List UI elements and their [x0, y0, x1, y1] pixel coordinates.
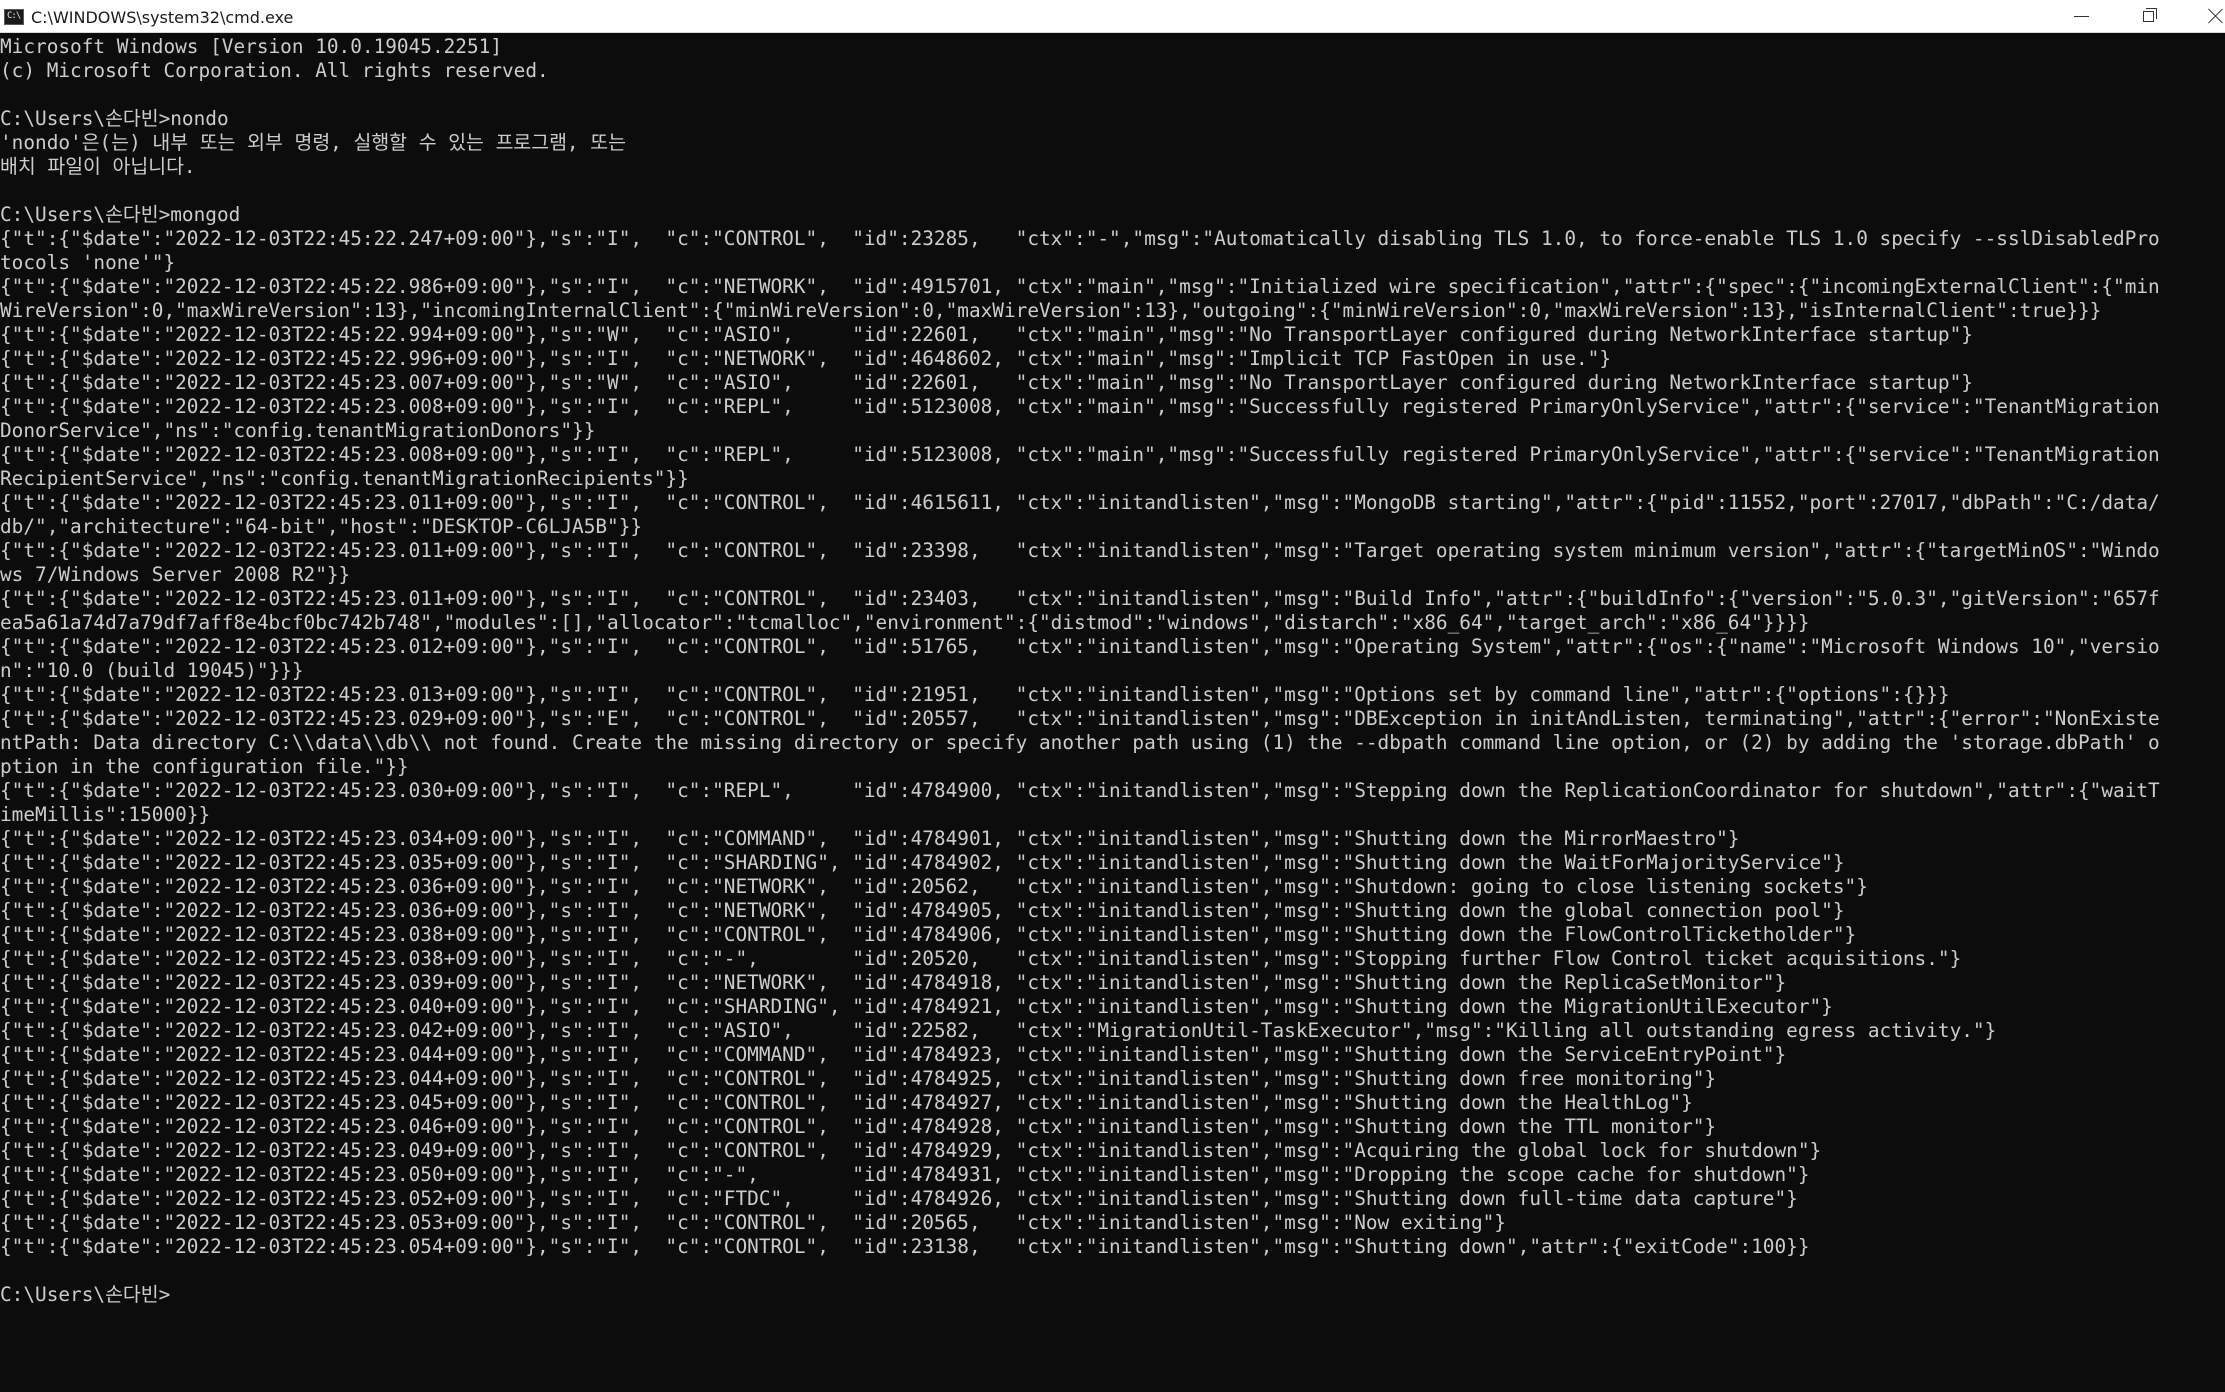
console-line: {"t":{"$date":"2022-12-03T22:45:23.030+0…	[0, 779, 2160, 802]
console-line: ntPath: Data directory C:\\data\\db\\ no…	[0, 731, 2160, 754]
console-line: {"t":{"$date":"2022-12-03T22:45:23.038+0…	[0, 947, 1962, 970]
console-line: {"t":{"$date":"2022-12-03T22:45:23.045+0…	[0, 1091, 1693, 1114]
console-line: {"t":{"$date":"2022-12-03T22:45:23.008+0…	[0, 443, 2160, 466]
window-title: C:\WINDOWS\system32\cmd.exe	[31, 8, 294, 27]
close-icon	[2207, 6, 2223, 24]
console-line: {"t":{"$date":"2022-12-03T22:45:23.054+0…	[0, 1235, 1810, 1258]
console-line: {"t":{"$date":"2022-12-03T22:45:23.044+0…	[0, 1043, 1787, 1066]
console-line: {"t":{"$date":"2022-12-03T22:45:23.036+0…	[0, 875, 1868, 898]
console-line: (c) Microsoft Corporation. All rights re…	[0, 59, 549, 82]
console-line: {"t":{"$date":"2022-12-03T22:45:23.044+0…	[0, 1067, 1717, 1090]
console-line: {"t":{"$date":"2022-12-03T22:45:23.035+0…	[0, 851, 1845, 874]
console-line: {"t":{"$date":"2022-12-03T22:45:23.011+0…	[0, 539, 2160, 562]
console-line: {"t":{"$date":"2022-12-03T22:45:23.042+0…	[0, 1019, 1997, 1042]
minimize-icon	[2074, 16, 2089, 17]
restore-icon	[2143, 11, 2154, 22]
close-button[interactable]	[2186, 0, 2225, 33]
console-line: imeMillis":15000}}	[0, 803, 211, 826]
console-line: ea5a61a74d7a79df7aff8e4bcf0bc742b748","m…	[0, 611, 1810, 634]
console-line: {"t":{"$date":"2022-12-03T22:45:22.996+0…	[0, 347, 1612, 370]
console-output[interactable]: Microsoft Windows [Version 10.0.19045.22…	[0, 33, 2225, 1392]
console-line: {"t":{"$date":"2022-12-03T22:45:23.036+0…	[0, 899, 1845, 922]
console-line: db/","architecture":"64-bit","host":"DES…	[0, 515, 643, 538]
console-line: {"t":{"$date":"2022-12-03T22:45:23.038+0…	[0, 923, 1857, 946]
console-line: C:\Users\손다빈>	[0, 1283, 171, 1306]
console-line: {"t":{"$date":"2022-12-03T22:45:22.986+0…	[0, 275, 2160, 298]
console-line: {"t":{"$date":"2022-12-03T22:45:23.039+0…	[0, 971, 1787, 994]
console-line: {"t":{"$date":"2022-12-03T22:45:23.050+0…	[0, 1163, 1810, 1186]
console-line: n":"10.0 (build 19045)"}}}	[0, 659, 304, 682]
console-line: 배치 파일이 아닙니다.	[0, 155, 196, 178]
console-line: {"t":{"$date":"2022-12-03T22:45:23.034+0…	[0, 827, 1740, 850]
console-line: {"t":{"$date":"2022-12-03T22:45:23.040+0…	[0, 995, 1833, 1018]
console-line: DonorService","ns":"config.tenantMigrati…	[0, 419, 596, 442]
console-line: {"t":{"$date":"2022-12-03T22:45:22.994+0…	[0, 323, 1973, 346]
console-line: {"t":{"$date":"2022-12-03T22:45:23.007+0…	[0, 371, 1973, 394]
console-line: {"t":{"$date":"2022-12-03T22:45:23.008+0…	[0, 395, 2160, 418]
restore-button[interactable]	[2120, 0, 2180, 33]
console-line: ws 7/Windows Server 2008 R2"}}	[0, 563, 351, 586]
cmd-window: C:\ C:\WINDOWS\system32\cmd.exe Microsof…	[0, 0, 2225, 1392]
console-line: Microsoft Windows [Version 10.0.19045.22…	[0, 35, 502, 58]
cmd-app-icon[interactable]: C:\	[4, 9, 24, 25]
cmd-app-icon-text: C:\	[7, 11, 21, 21]
console-line: C:\Users\손다빈>mongod	[0, 203, 241, 226]
console-line: {"t":{"$date":"2022-12-03T22:45:23.011+0…	[0, 491, 2160, 514]
console-line: {"t":{"$date":"2022-12-03T22:45:23.012+0…	[0, 635, 2160, 658]
minimize-button[interactable]	[2050, 0, 2110, 33]
console-line: WireVersion":0,"maxWireVersion":13},"inc…	[0, 299, 2102, 322]
console-line: {"t":{"$date":"2022-12-03T22:45:23.049+0…	[0, 1139, 1822, 1162]
console-line: {"t":{"$date":"2022-12-03T22:45:23.013+0…	[0, 683, 1950, 706]
console-line: 'nondo'은(는) 내부 또는 외부 명령, 실행할 수 있는 프로그램, …	[0, 131, 626, 154]
console-line: RecipientService","ns":"config.tenantMig…	[0, 467, 689, 490]
console-line: {"t":{"$date":"2022-12-03T22:45:22.247+0…	[0, 227, 2160, 250]
console-line: tocols 'none'"}	[0, 251, 176, 274]
console-line: {"t":{"$date":"2022-12-03T22:45:23.053+0…	[0, 1211, 1506, 1234]
console-line: {"t":{"$date":"2022-12-03T22:45:23.029+0…	[0, 707, 2160, 730]
console-line: {"t":{"$date":"2022-12-03T22:45:23.052+0…	[0, 1187, 1798, 1210]
console-line: C:\Users\손다빈>nondo	[0, 107, 229, 130]
console-lines: Microsoft Windows [Version 10.0.19045.22…	[0, 33, 2225, 1307]
console-line: ption in the configuration file."}}	[0, 755, 409, 778]
console-line: {"t":{"$date":"2022-12-03T22:45:23.011+0…	[0, 587, 2160, 610]
title-bar[interactable]: C:\ C:\WINDOWS\system32\cmd.exe	[0, 0, 2225, 33]
console-line: {"t":{"$date":"2022-12-03T22:45:23.046+0…	[0, 1115, 1717, 1138]
